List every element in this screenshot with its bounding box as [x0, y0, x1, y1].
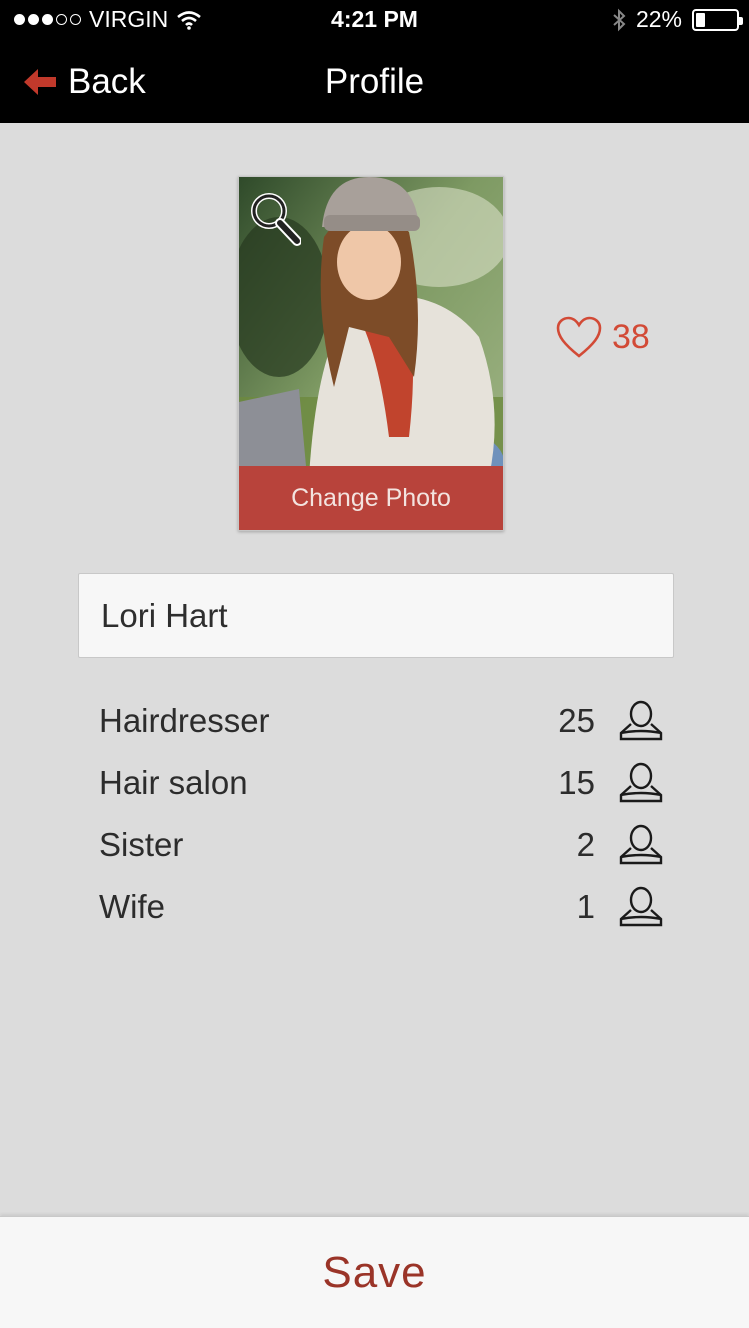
person-icon [617, 823, 665, 867]
list-item[interactable]: Hairdresser 25 [99, 690, 665, 752]
relationship-list: Hairdresser 25 Hair salon 15 Sister 2 Wi… [99, 690, 665, 938]
list-item[interactable]: Hair salon 15 [99, 752, 665, 814]
relationship-count: 15 [558, 764, 595, 801]
likes-count: 38 [612, 317, 650, 356]
status-right: 22% [612, 6, 743, 33]
save-bar: Save [0, 1216, 749, 1328]
likes-counter[interactable]: 38 [556, 316, 650, 358]
zoom-photo-button[interactable] [247, 189, 302, 252]
relationship-count: 25 [558, 702, 595, 739]
navigation-bar: Back Profile [0, 38, 749, 123]
person-icon [617, 699, 665, 743]
person-icon [617, 885, 665, 929]
list-item[interactable]: Wife 1 [99, 876, 665, 938]
relationship-label: Sister [99, 826, 184, 863]
person-icon [617, 761, 665, 805]
change-photo-button[interactable]: Change Photo [239, 466, 503, 530]
magnifier-icon [251, 193, 302, 246]
relationship-label: Wife [99, 888, 165, 925]
bluetooth-icon [613, 8, 626, 31]
name-field[interactable] [78, 573, 674, 658]
relationship-label: Hair salon [99, 764, 248, 801]
relationship-label: Hairdresser [99, 702, 270, 739]
battery-icon [692, 8, 743, 31]
relationship-count: 1 [576, 888, 595, 925]
heart-icon [556, 316, 602, 358]
relationship-count: 2 [576, 826, 595, 863]
page-title: Profile [324, 62, 425, 101]
list-item[interactable]: Sister 2 [99, 814, 665, 876]
profile-photo-card[interactable]: Change Photo [238, 176, 504, 531]
battery-percent: 22% [635, 6, 682, 32]
save-button[interactable]: Save [0, 1217, 749, 1328]
status-bar: VIRGIN 4:21 PM 22% [0, 0, 749, 38]
